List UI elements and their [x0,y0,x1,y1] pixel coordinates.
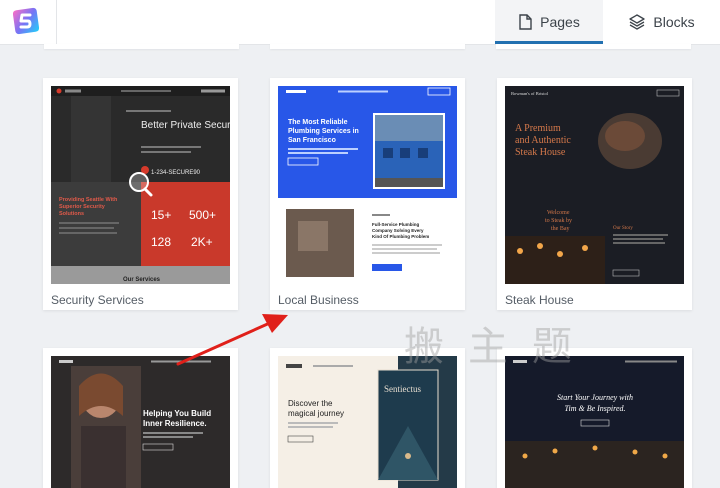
arrow-annotation [176,314,288,366]
